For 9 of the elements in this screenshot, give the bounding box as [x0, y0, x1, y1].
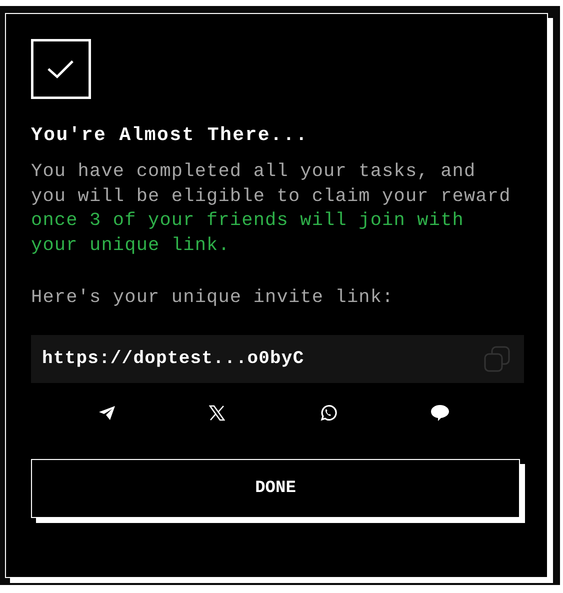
phone-bubble-icon[interactable]: [318, 404, 337, 422]
invite-link-field[interactable]: https://doptest...o0byC: [31, 335, 524, 383]
speech-bubble-icon[interactable]: [430, 404, 450, 422]
x-logo-icon[interactable]: [209, 405, 226, 421]
message-text: You have completed all your tasks, and you will be eligible to claim your reward once 3 of your friends will join with your unique link.: [31, 160, 512, 258]
modal-title: You're Almost There...: [31, 123, 310, 147]
paper-plane-icon[interactable]: [98, 405, 116, 421]
invite-label: Here's your unique invite link:: [31, 286, 395, 310]
checkmark-icon: [31, 39, 91, 99]
